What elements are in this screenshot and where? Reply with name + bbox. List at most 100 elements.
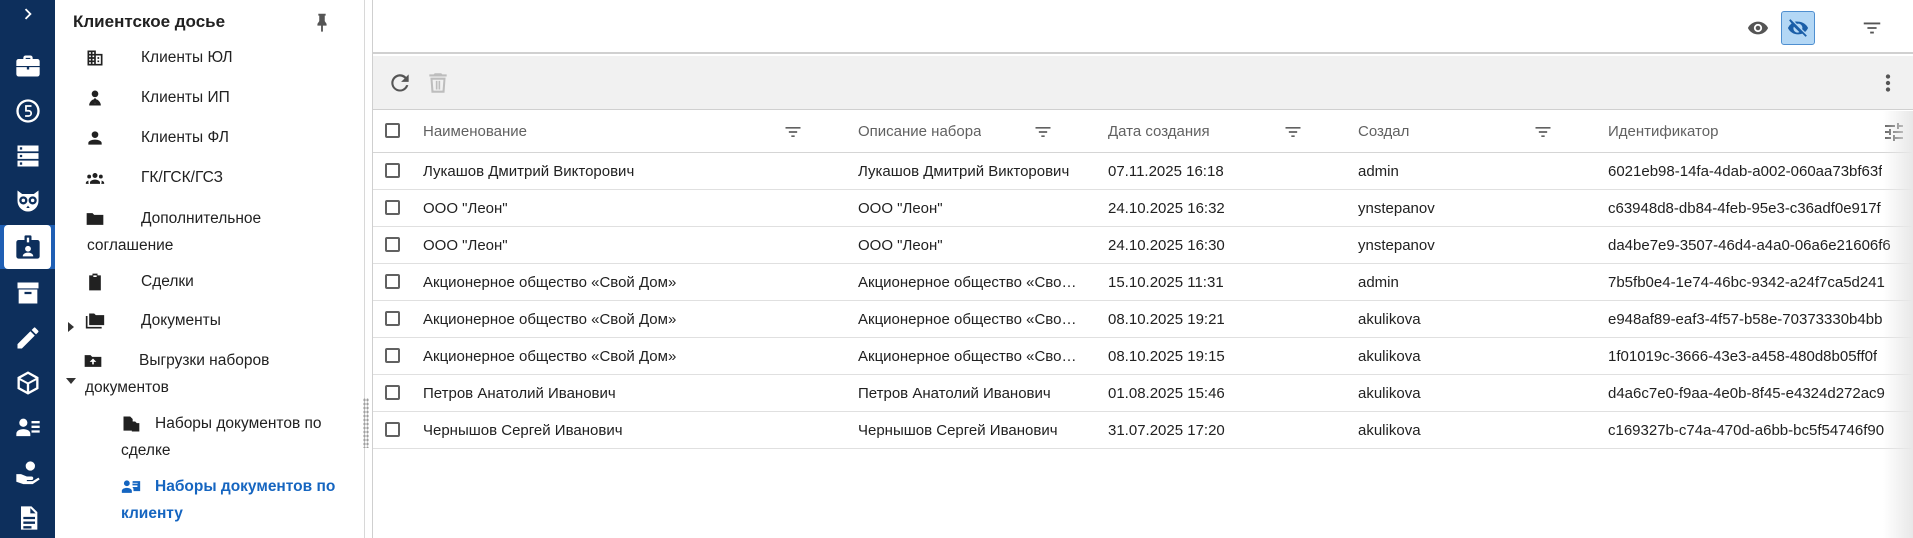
tree-item-label: Клиенты ФЛ <box>141 129 229 146</box>
cell-created-date: 31.07.2025 17:20 <box>1108 421 1225 439</box>
tree-item-client-document-sets[interactable]: Наборы документов по клиенту <box>121 473 351 527</box>
eye-off-icon <box>1787 19 1809 37</box>
briefcase-icon <box>15 55 40 77</box>
cell-identifier: da4be7e9-3507-46d4-a4a0-06a6e21606f6 <box>1608 236 1891 254</box>
tree-item-label: Документы <box>141 312 221 329</box>
cell-created-date: 01.08.2025 15:46 <box>1108 384 1225 402</box>
rail-item-client-dossier[interactable] <box>0 225 55 269</box>
tree-item-label-line1: Выгрузки наборов <box>139 352 270 369</box>
table-row[interactable]: Чернышов Сергей Иванович Чернышов Сергей… <box>373 412 1913 449</box>
clipboard-check-icon <box>85 272 105 292</box>
column-header-created-by[interactable]: Создал <box>1358 111 1558 152</box>
rail-item-hand[interactable] <box>0 452 55 494</box>
cell-name: Лукашов Дмитрий Викторович <box>423 162 635 180</box>
navigation-rail <box>0 0 55 538</box>
tree-item-supplementary-agreement[interactable]: Дополнительное соглашение <box>85 205 345 259</box>
table-row[interactable]: ООО "Леон" ООО "Леон" 24.10.2025 16:30 y… <box>373 227 1913 264</box>
tree-title: Клиентское досье <box>73 12 226 31</box>
server-icon <box>17 145 38 167</box>
select-all-checkbox[interactable] <box>385 123 400 138</box>
table-row[interactable]: Акционерное общество «Свой Дом» Акционер… <box>373 264 1913 301</box>
row-checkbox[interactable] <box>385 348 400 363</box>
cell-identifier: c63948d8-db84-4feb-95e3-c36adf0e917f <box>1608 199 1881 217</box>
rail-item-owl[interactable] <box>0 180 55 222</box>
rail-item-cube[interactable] <box>0 362 55 404</box>
filter-lines-icon <box>1863 22 1881 34</box>
expand-rail-button[interactable] <box>0 0 55 28</box>
table-row[interactable]: ООО "Леон" ООО "Леон" 24.10.2025 16:32 y… <box>373 190 1913 227</box>
tree-item-label: Сделки <box>141 273 194 290</box>
column-filter-icon[interactable] <box>1533 122 1553 142</box>
row-checkbox[interactable] <box>385 237 400 252</box>
show-button[interactable] <box>1741 11 1775 45</box>
person-card-icon <box>121 477 141 497</box>
cell-description: ООО "Леон" <box>858 199 943 217</box>
scroll-fade-edge <box>1883 111 1913 538</box>
cell-created-by: admin <box>1358 162 1399 180</box>
rail-item-archive[interactable] <box>0 272 55 314</box>
trash-icon <box>429 73 447 93</box>
column-header-description[interactable]: Описание набора <box>858 111 1058 152</box>
refresh-button[interactable] <box>385 68 415 98</box>
archive-icon <box>17 282 38 304</box>
pin-button[interactable] <box>311 10 333 34</box>
panel-splitter-handle[interactable] <box>363 398 369 448</box>
collapse-arrow-icon[interactable] <box>65 369 77 384</box>
rail-item-five[interactable] <box>0 90 55 132</box>
folders-icon <box>85 311 105 331</box>
tree-item-label-line1: Дополнительное <box>141 210 262 227</box>
filter-button[interactable] <box>1855 11 1889 45</box>
tree-item-document-set-exports[interactable]: Выгрузки наборов документов <box>61 347 345 401</box>
cell-created-by: ynstepanov <box>1358 236 1435 254</box>
column-header-created-date[interactable]: Дата создания <box>1108 111 1308 152</box>
cube-icon <box>17 371 38 395</box>
cell-name: ООО "Леон" <box>423 236 508 254</box>
chevron-right-icon <box>24 8 32 20</box>
tree-item-deal-document-sets[interactable]: Наборы документов по сделке <box>121 410 351 464</box>
cell-description: Акционерное общество «Свой Дом» <box>858 310 1083 328</box>
grid-header-row: Наименование Описание набора Дата создан… <box>373 111 1913 153</box>
refresh-icon <box>391 74 409 92</box>
column-filter-icon[interactable] <box>783 122 803 142</box>
cell-identifier: e948af89-eaf3-4f57-b58e-70373330b4bb <box>1608 310 1883 328</box>
row-checkbox[interactable] <box>385 311 400 326</box>
more-vert-icon <box>1885 74 1891 92</box>
cell-created-date: 07.11.2025 16:18 <box>1108 162 1224 180</box>
rail-item-edit[interactable] <box>0 317 55 359</box>
building-icon <box>85 48 105 68</box>
row-checkbox[interactable] <box>385 274 400 289</box>
cell-description: Акционерное общество «Свой Дом» <box>858 273 1083 291</box>
cell-description: Петров Анатолий Иванович <box>858 384 1051 402</box>
column-header-name[interactable]: Наименование <box>423 111 783 152</box>
tree-panel: Клиентское досье Клиенты ЮЛ Клиенты ИП К… <box>55 0 365 538</box>
row-checkbox[interactable] <box>385 385 400 400</box>
hand-coin-icon <box>15 461 40 485</box>
tree-item-label-line2: клиенту <box>121 505 183 522</box>
pencil-icon <box>17 327 38 349</box>
row-checkbox[interactable] <box>385 422 400 437</box>
rail-item-briefcase[interactable] <box>0 45 55 87</box>
cell-identifier: c169327b-c74a-470d-a6bb-bc5f54746f90 <box>1608 421 1885 439</box>
column-header-identifier[interactable]: Идентификатор <box>1608 111 1808 152</box>
table-row[interactable]: Петров Анатолий Иванович Петров Анатолий… <box>373 375 1913 412</box>
table-row[interactable]: Акционерное общество «Свой Дом» Акционер… <box>373 338 1913 375</box>
column-filter-icon[interactable] <box>1283 122 1303 142</box>
column-filter-icon[interactable] <box>1033 122 1053 142</box>
cell-created-date: 15.10.2025 11:31 <box>1108 273 1224 291</box>
table-row[interactable]: Лукашов Дмитрий Викторович Лукашов Дмитр… <box>373 153 1913 190</box>
id-card-icon <box>15 418 40 437</box>
hide-toggle-button[interactable] <box>1781 11 1815 45</box>
rail-item-id-card[interactable] <box>0 407 55 449</box>
rail-item-server[interactable] <box>0 135 55 177</box>
client-badge-icon <box>15 235 40 259</box>
person-tie-icon <box>85 88 105 108</box>
more-menu-button[interactable] <box>1873 68 1903 98</box>
delete-button[interactable] <box>423 68 453 98</box>
rail-item-document[interactable] <box>0 497 55 538</box>
group-icon <box>85 168 105 188</box>
row-checkbox[interactable] <box>385 163 400 178</box>
tree-item-label: Клиенты ИП <box>141 89 230 106</box>
expand-arrow-icon[interactable] <box>65 315 77 332</box>
table-row[interactable]: Акционерное общество «Свой Дом» Акционер… <box>373 301 1913 338</box>
row-checkbox[interactable] <box>385 200 400 215</box>
